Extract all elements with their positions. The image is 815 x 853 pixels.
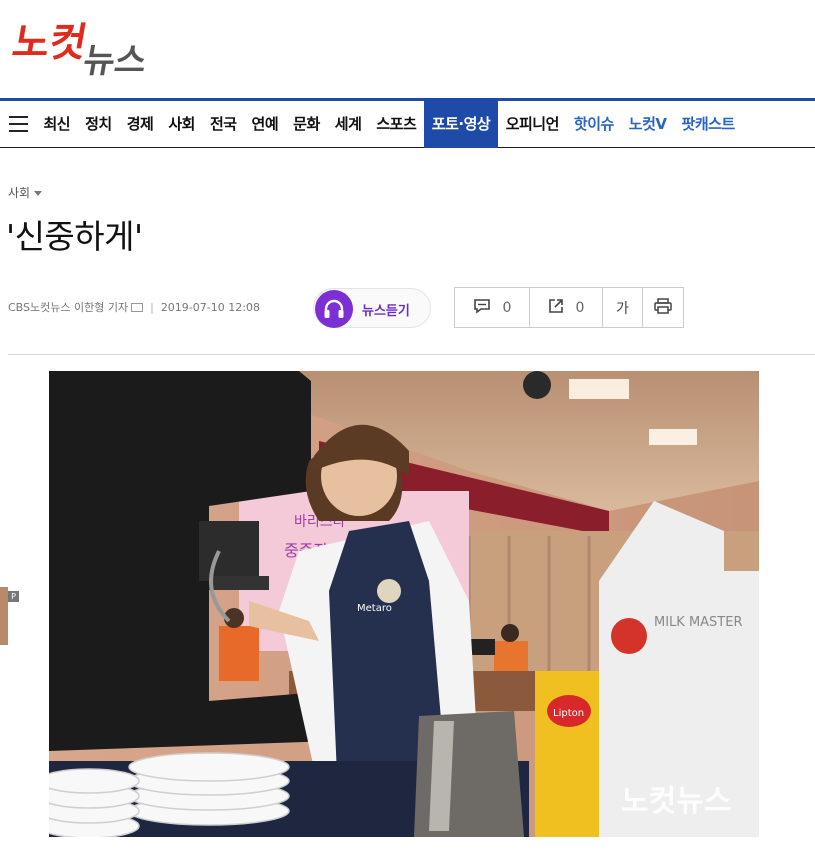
headphones-icon — [315, 290, 353, 328]
comment-count: 0 — [502, 299, 512, 316]
comment-icon — [473, 298, 491, 318]
nav-item-5[interactable]: 연예 — [244, 101, 286, 148]
listen-news-button[interactable]: 뉴스듣기 — [313, 288, 431, 328]
category-label: 사회 — [8, 186, 31, 200]
article-photo[interactable]: 바리스타 중증장애인 바리 Metaro — [49, 371, 759, 837]
photo-watermark: 노컷뉴스 — [621, 784, 731, 819]
byline-separator: | — [150, 301, 154, 314]
hamburger-menu-icon[interactable] — [9, 116, 28, 132]
caret-down-icon — [34, 191, 43, 196]
nav-item-12[interactable]: 노컷V — [621, 101, 674, 148]
logo-part2: 뉴스 — [80, 41, 150, 80]
nav-item-9[interactable]: 포토·영상 — [423, 101, 499, 148]
nav-item-6[interactable]: 문화 — [286, 101, 328, 148]
share-button[interactable]: 0 — [530, 288, 603, 327]
category-breadcrumb[interactable]: 사회 — [8, 184, 43, 201]
header-divider — [8, 354, 815, 355]
article-tools: 0 0 가 — [454, 287, 684, 328]
article-datetime: 2019-07-10 12:08 — [160, 301, 260, 314]
nav-item-11[interactable]: 핫이슈 — [566, 101, 621, 148]
article-title: '신중하게' — [6, 217, 143, 256]
article-byline: CBS노컷뉴스 이한형 기자 | 2019-07-10 12:08 — [8, 299, 260, 315]
nav-item-13[interactable]: 팟캐스트 — [674, 101, 742, 148]
nav-item-0[interactable]: 최신 — [36, 101, 78, 148]
email-icon[interactable] — [131, 302, 144, 312]
logo-part1: 노컷 — [9, 19, 91, 66]
main-nav: 최신 정치 경제 사회 전국 연예 문화 세계 스포츠 포토·영상 오피니언 핫이슈 노컷V 팟캐스트 — [0, 98, 815, 148]
share-count: 0 — [575, 299, 585, 316]
nav-item-1[interactable]: 정치 — [78, 101, 120, 148]
carton-brand-text: MILK MASTER — [654, 615, 743, 630]
nav-item-3[interactable]: 사회 — [161, 101, 203, 148]
site-logo[interactable]: 노컷 뉴스 — [8, 14, 168, 80]
print-button[interactable] — [643, 288, 683, 327]
tea-brand-text: Lipton — [553, 708, 584, 719]
apron-text: Metaro — [357, 603, 392, 614]
nav-list: 최신 정치 경제 사회 전국 연예 문화 세계 스포츠 포토·영상 오피니언 핫이슈 노컷V 팟캐스트 — [36, 101, 742, 148]
nav-item-2[interactable]: 경제 — [119, 101, 161, 148]
share-icon — [548, 298, 564, 318]
font-size-button[interactable]: 가 — [603, 288, 643, 327]
nav-item-8[interactable]: 스포츠 — [369, 101, 424, 148]
reporter-name[interactable]: CBS노컷뉴스 이한형 기자 — [8, 301, 128, 314]
listen-label: 뉴스듣기 — [362, 304, 410, 319]
nav-item-4[interactable]: 전국 — [202, 101, 244, 148]
nav-item-7[interactable]: 세계 — [327, 101, 369, 148]
side-badge: P — [8, 591, 19, 602]
print-icon — [654, 297, 672, 318]
site-header: 노컷 뉴스 — [0, 0, 815, 98]
nav-item-10[interactable]: 오피니언 — [498, 101, 566, 148]
side-thumbnail[interactable] — [0, 587, 8, 645]
comment-button[interactable]: 0 — [455, 288, 530, 327]
